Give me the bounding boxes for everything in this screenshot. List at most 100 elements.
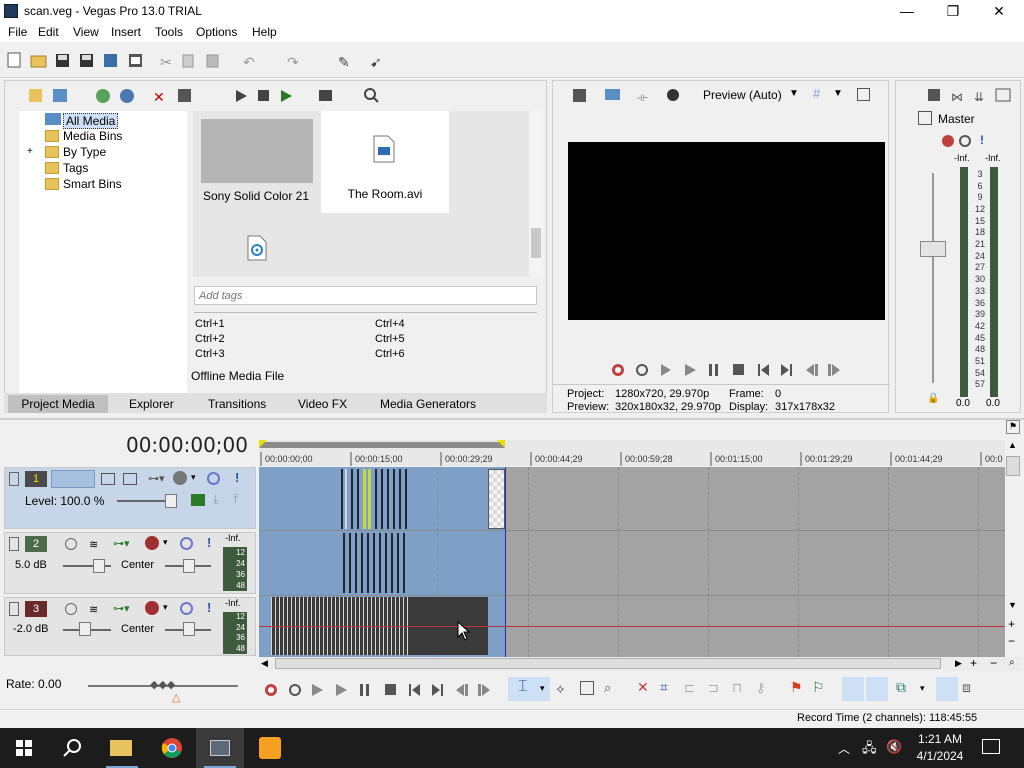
minimize-button[interactable]: — [884, 0, 930, 22]
chevron-down-icon[interactable]: ▾ [920, 683, 925, 694]
shortcut-ctrl6[interactable]: Ctrl+6 [375, 348, 405, 360]
tree-item-tags[interactable]: Tags [63, 161, 88, 177]
track-fx-icon[interactable] [145, 536, 159, 550]
track-fx-bypass-icon[interactable]: ⊶▾ [113, 537, 130, 550]
track-name-field[interactable] [51, 470, 95, 488]
fx-icon[interactable] [942, 135, 954, 147]
lock-envelopes-icon[interactable]: ⧈ [962, 679, 971, 696]
solo-icon[interactable]: ! [207, 535, 211, 550]
chevron-down-icon[interactable]: ▾ [540, 683, 545, 694]
invert-phase-icon[interactable]: ≋ [89, 538, 98, 551]
chrome-taskbar[interactable] [148, 728, 196, 768]
media-item-solid-color[interactable]: Sony Solid Color 21 [197, 115, 315, 211]
delete-icon[interactable]: ✕ [637, 679, 649, 696]
menu-edit[interactable]: Edit [38, 25, 59, 39]
chevron-down-icon[interactable]: ▼ [789, 88, 799, 99]
marker-flag-icon[interactable]: ⚑ [1006, 420, 1020, 434]
menu-file[interactable]: File [8, 25, 27, 39]
chevron-down-icon[interactable]: ▾ [163, 537, 168, 548]
timeline-lanes[interactable] [259, 467, 1005, 657]
media-scrollbar[interactable] [529, 111, 543, 277]
trim-end-icon[interactable]: ⊐ [708, 680, 719, 696]
clock-time[interactable]: 1:21 AM [912, 732, 968, 746]
vegas-taskbar[interactable] [196, 728, 244, 768]
zoom-in-icon[interactable]: + [970, 656, 977, 670]
video-event-clip[interactable] [341, 469, 411, 529]
track-fx-chain-icon[interactable] [191, 494, 205, 506]
envelope-tool-icon[interactable]: ⟡ [556, 681, 565, 697]
timeline-horizontal-scroll[interactable]: ◀ ▶ + − ⌕ [259, 656, 1023, 671]
shortcut-ctrl2[interactable]: Ctrl+2 [195, 333, 225, 345]
zoom-out-icon[interactable]: − [1008, 634, 1015, 648]
scroll-left-icon[interactable]: ◀ [261, 658, 268, 669]
audio-event-clip[interactable] [341, 533, 411, 593]
menu-options[interactable]: Options [196, 25, 237, 39]
track-fx-bypass-icon[interactable]: ⊶▾ [113, 602, 130, 615]
timeline-ruler[interactable]: 00:00:00;00 00:00:15;00 00:00:29;29 00:00:4… [259, 440, 1005, 466]
zoom-in-icon[interactable]: + [1008, 617, 1015, 631]
shortcut-ctrl5[interactable]: Ctrl+5 [375, 333, 405, 345]
snapping-button[interactable] [936, 677, 958, 701]
lock-icon[interactable]: 🔒 [927, 393, 939, 404]
track-fx-icon[interactable] [173, 471, 187, 485]
mute-icon[interactable] [180, 537, 193, 550]
volume-muted-icon[interactable]: 🔇 [886, 739, 902, 755]
zoom-tool-icon[interactable]: ⌕ [1009, 657, 1015, 668]
zoom-tool-icon[interactable]: ⌕ [604, 680, 611, 696]
shortcut-ctrl3[interactable]: Ctrl+3 [195, 348, 225, 360]
rate-center-marker[interactable]: △ [172, 691, 180, 704]
scrollbar-thumb[interactable] [275, 658, 941, 669]
splitter[interactable] [0, 418, 1024, 420]
chevron-down-icon[interactable]: ▾ [163, 602, 168, 613]
track-fx-icon[interactable] [145, 601, 159, 615]
tab-video-fx[interactable]: Video FX [298, 395, 347, 413]
chevron-down-icon[interactable]: ▼ [833, 88, 843, 99]
zoom-out-icon[interactable]: − [990, 656, 997, 670]
tree-item-all-media[interactable]: All Media [63, 113, 119, 129]
timeline-vertical-scroll[interactable]: ⚑ ▲ ▼ + − [1005, 420, 1021, 672]
mute-icon[interactable] [180, 602, 193, 615]
make-compositing-child-icon[interactable] [123, 473, 137, 485]
scroll-up-icon[interactable]: ▲ [1008, 440, 1017, 450]
level-slider-handle[interactable] [165, 494, 177, 508]
shortcut-ctrl1[interactable]: Ctrl+1 [195, 318, 225, 330]
grid-icon[interactable]: # [813, 86, 820, 101]
arm-record-icon[interactable] [65, 538, 77, 550]
pan-slider-handle[interactable] [183, 622, 195, 636]
app-taskbar[interactable] [246, 728, 294, 768]
menu-insert[interactable]: Insert [111, 25, 141, 39]
scroll-down-icon[interactable]: ▼ [1008, 600, 1017, 610]
mute-icon[interactable] [207, 472, 220, 485]
collapse-track-icon[interactable]: ⤒ [233, 492, 238, 507]
tab-transitions[interactable]: Transitions [208, 395, 266, 413]
volume-envelope[interactable] [259, 626, 1005, 627]
trim-start-icon[interactable]: ⊏ [684, 680, 695, 696]
scrollbar-thumb[interactable] [531, 228, 541, 258]
tab-project-media[interactable]: Project Media [8, 395, 108, 413]
invert-phase-icon[interactable]: ≋ [89, 603, 98, 616]
insert-region-icon[interactable]: ⚐ [812, 679, 825, 696]
solo-icon[interactable]: ! [980, 133, 984, 147]
auto-ripple-button[interactable] [842, 677, 864, 701]
file-explorer-taskbar[interactable] [98, 728, 146, 768]
close-button[interactable]: ✕ [976, 0, 1022, 22]
solo-icon[interactable]: ! [207, 600, 211, 615]
chevron-down-icon[interactable]: ▾ [191, 472, 196, 483]
rate-slider-handle[interactable]: ◆◆◆ [150, 678, 175, 691]
track-header-audio-2[interactable]: 2 ≋ ⊶▾ ▾ ! -Inf. 12 24 36 48 5.0 dB Cent… [4, 532, 256, 594]
track-header-audio-3[interactable]: 3 ≋ ⊶▾ ▾ ! -Inf. 12 24 36 48 -2.0 dB Cen… [4, 597, 256, 656]
tree-expand-toggle[interactable]: + [27, 146, 33, 157]
search-button[interactable] [48, 728, 96, 768]
notification-icon[interactable] [982, 739, 1000, 754]
volume-slider-handle[interactable] [93, 559, 105, 573]
lock-event-icon[interactable]: ⚷ [756, 680, 766, 696]
loop-end-marker[interactable] [497, 440, 505, 448]
master-fader-handle[interactable] [920, 241, 946, 257]
split-icon[interactable]: ⊓ [732, 680, 742, 696]
track-minimize-icon[interactable] [9, 472, 19, 486]
preview-quality-select[interactable]: Preview (Auto) [703, 88, 782, 102]
ripple-mode-icon[interactable]: ⧉ [896, 679, 906, 696]
loop-start-marker[interactable] [259, 440, 267, 448]
track-header-video-1[interactable]: 1 ⊶▾ ▾ ! Level: 100.0 % ⤓ ⤒ [4, 467, 256, 529]
composite-mode-icon[interactable] [101, 473, 115, 485]
